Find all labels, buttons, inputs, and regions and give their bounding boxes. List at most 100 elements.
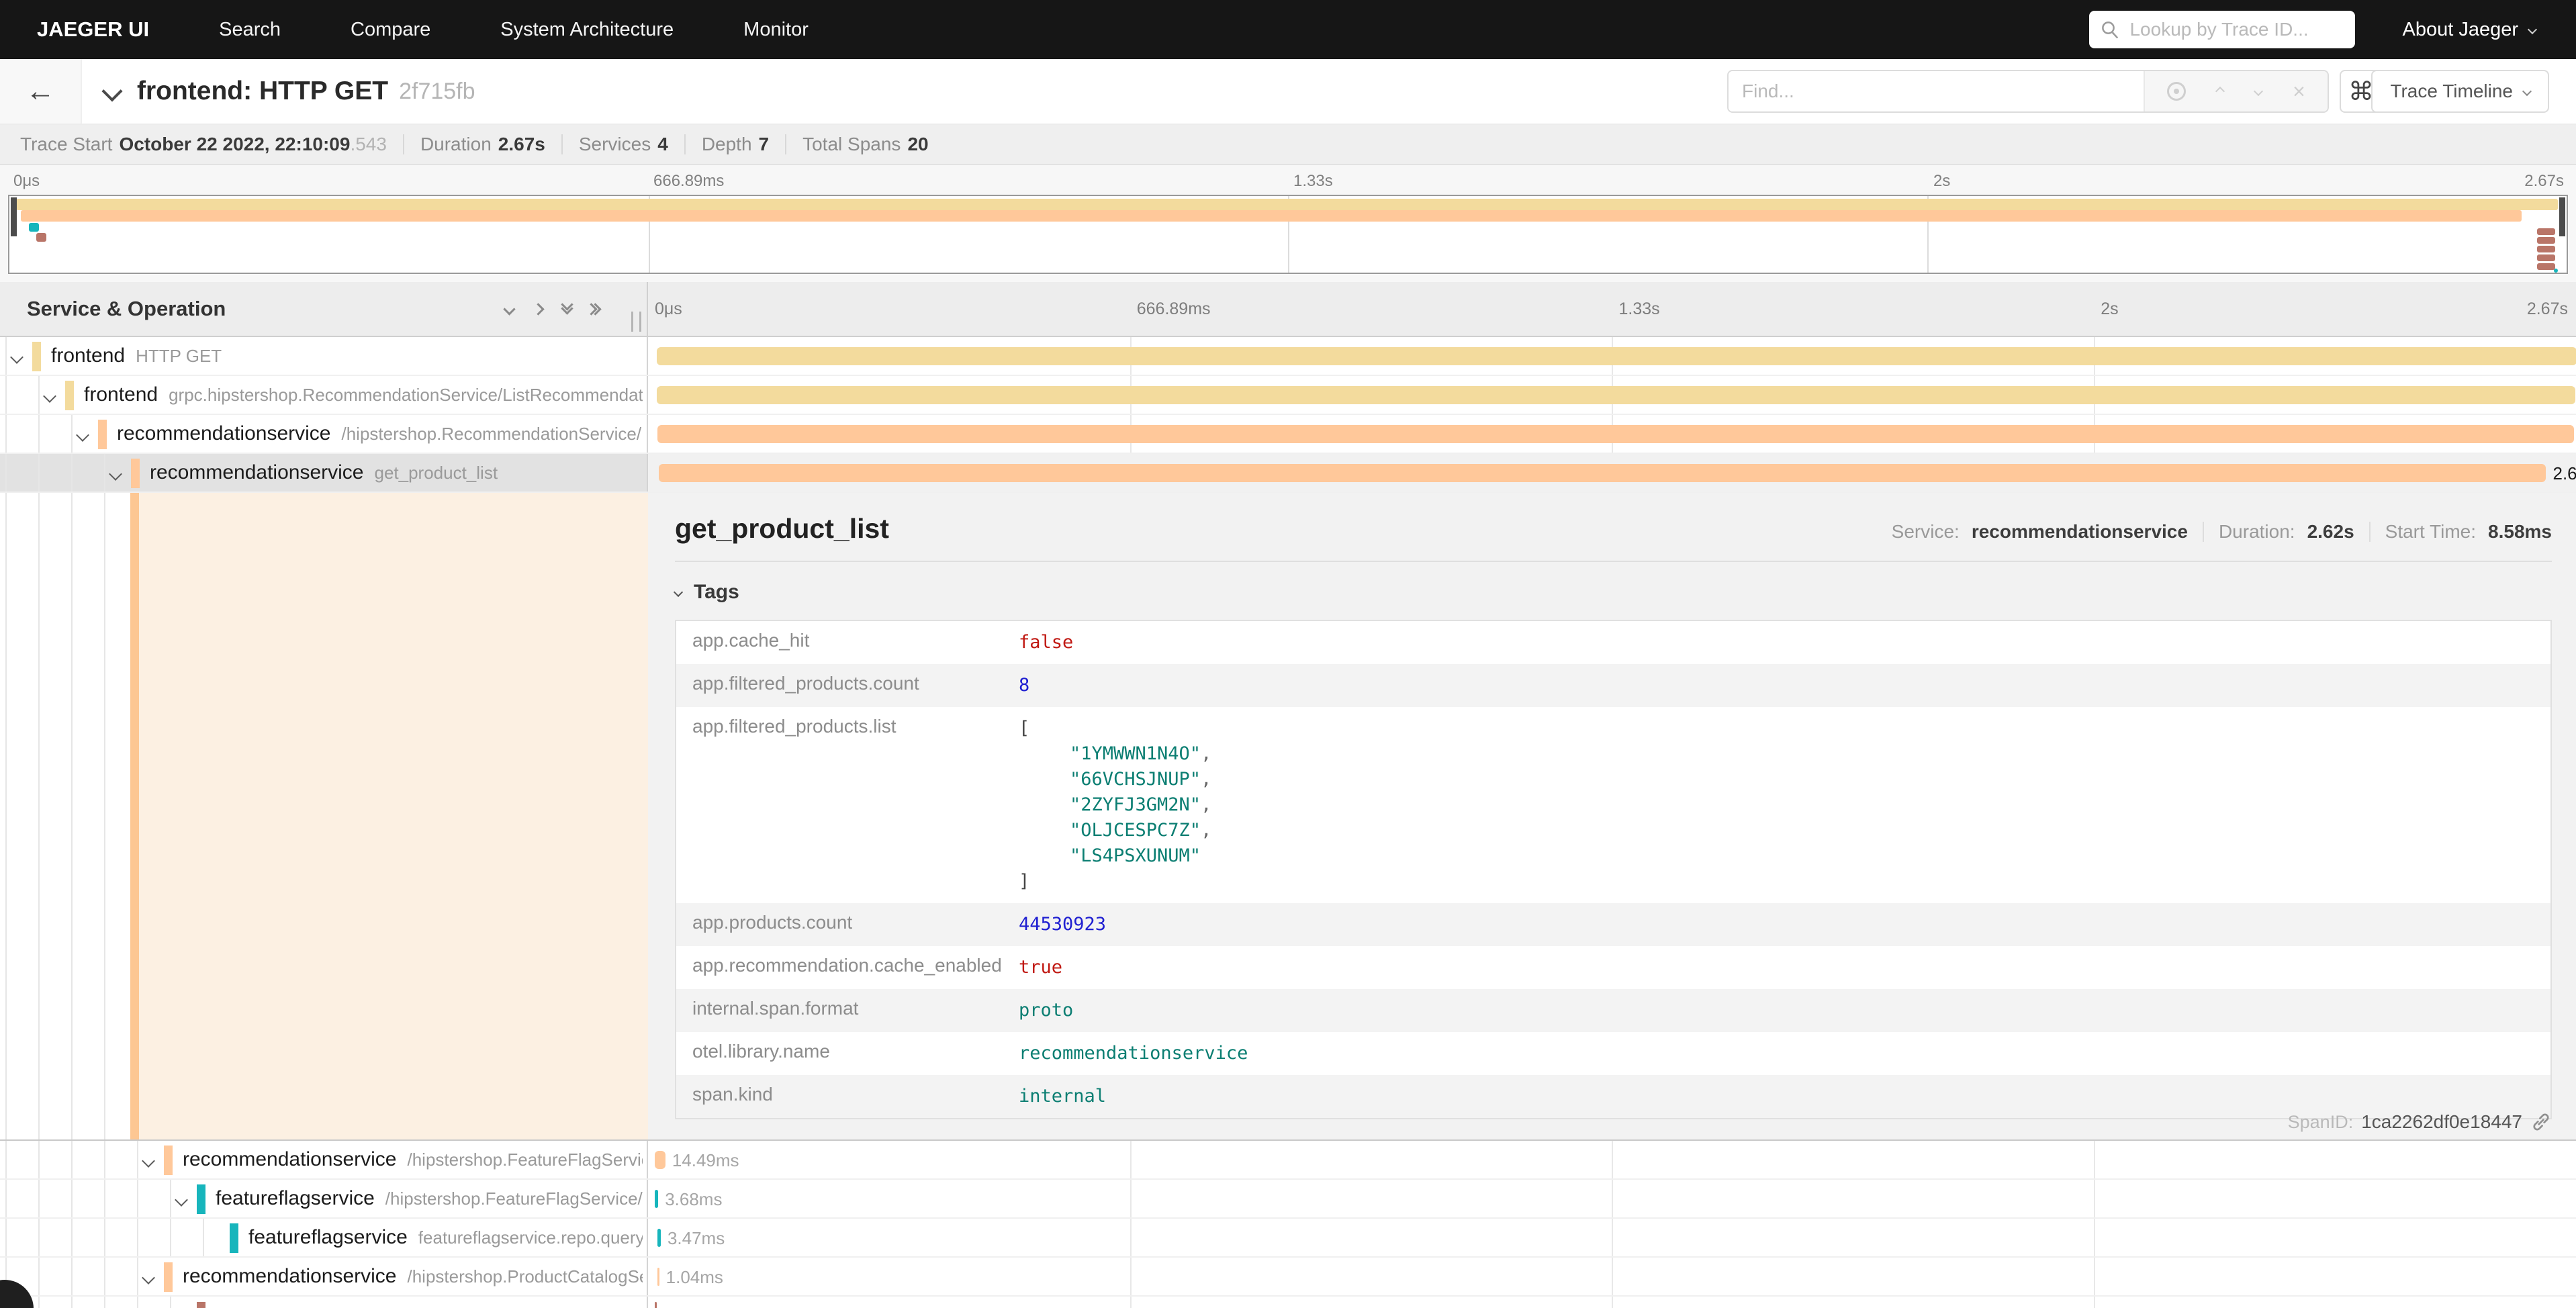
span-row-name-cell[interactable]: recommendationservice/hipstershop.Recomm… xyxy=(0,415,648,453)
span-row-labels: frontendHTTP GET xyxy=(51,337,643,375)
span-duration-label: 3.68ms xyxy=(665,1189,722,1210)
span-duration-label: 14.49ms xyxy=(672,1150,739,1171)
span-duration-bar[interactable] xyxy=(659,464,2546,482)
prev-match-icon[interactable] xyxy=(2215,87,2225,96)
operation-name: /hipstershop.FeatureFlagService/Ge... xyxy=(385,1188,643,1209)
span-row-timeline-cell[interactable]: 3.68ms xyxy=(648,1180,2576,1217)
nav-brand[interactable]: JAEGER UI xyxy=(37,17,149,42)
span-row-timeline-cell[interactable]: 2.62s xyxy=(648,454,2576,492)
span-row-name-cell[interactable]: featureflagservicefeatureflagservice.rep… xyxy=(0,1219,648,1256)
divider xyxy=(675,561,2552,562)
collapse-one-icon[interactable] xyxy=(503,303,515,315)
span-rows-top: frontendHTTP GETfrontendgrpc.hipstershop… xyxy=(0,337,2576,493)
viewport-handle-left[interactable] xyxy=(11,197,17,236)
trace-lookup xyxy=(2089,11,2355,48)
tag-row: app.filtered_products.list["1YMWWN1N4O",… xyxy=(676,707,2550,903)
about-jaeger-menu[interactable]: About Jaeger xyxy=(2402,19,2536,41)
collapse-all-icon[interactable] xyxy=(563,305,571,313)
viewport-handle-right[interactable] xyxy=(2559,197,2565,236)
span-row-timeline-cell[interactable]: 14.49ms xyxy=(648,1141,2576,1178)
next-match-icon[interactable] xyxy=(2254,87,2263,96)
span-row-timeline-cell[interactable] xyxy=(648,376,2576,414)
trace-view-label: Trace Timeline xyxy=(2390,81,2513,102)
indent-guide xyxy=(203,1219,204,1256)
trace-lookup-input[interactable] xyxy=(2128,18,2344,41)
minimap-canvas[interactable] xyxy=(8,195,2568,274)
service-name: recommendationservice xyxy=(150,461,363,484)
column-resize-grip[interactable] xyxy=(631,312,641,332)
span-row-name-cell[interactable] xyxy=(0,1297,648,1308)
minimap-tick-label: 2.67s xyxy=(2524,172,2564,191)
json-bracket: ] xyxy=(1019,869,1211,894)
top-nav: JAEGER UI Search Compare System Architectu… xyxy=(0,0,2576,59)
service-color-bar xyxy=(197,1184,205,1214)
span-rows-bottom: recommendationservice/hipstershop.Featur… xyxy=(0,1141,2576,1308)
span-duration-bar[interactable] xyxy=(657,425,2574,443)
span-row xyxy=(0,1297,2576,1308)
clear-find-icon[interactable]: × xyxy=(2293,81,2305,102)
collapse-children-icon[interactable] xyxy=(43,389,56,403)
minimap-span-bar xyxy=(2537,263,2555,270)
nav-item-search[interactable]: Search xyxy=(219,19,281,41)
span-detail-panel: get_product_list Service:recommendations… xyxy=(648,493,2576,1139)
nav-item-monitor[interactable]: Monitor xyxy=(743,19,809,41)
find-input[interactable] xyxy=(1729,71,2144,111)
collapse-controls xyxy=(505,282,600,336)
collapse-children-icon[interactable] xyxy=(175,1193,188,1207)
tag-key: app.filtered_products.count xyxy=(676,664,1019,703)
summary-label: Services xyxy=(579,134,651,155)
chevron-down-icon xyxy=(2522,87,2532,96)
span-duration-bar[interactable] xyxy=(657,1268,659,1286)
indent-guide xyxy=(104,1219,105,1256)
span-duration-bar[interactable] xyxy=(657,1229,661,1247)
minimap-tick-label: 0μs xyxy=(13,172,40,191)
tags-section-label: Tags xyxy=(694,581,739,604)
span-duration-bar[interactable] xyxy=(655,1190,658,1208)
indent-guide xyxy=(38,454,40,492)
collapse-children-icon[interactable] xyxy=(142,1154,155,1168)
span-row-timeline-cell[interactable] xyxy=(648,1297,2576,1308)
expand-one-icon[interactable] xyxy=(532,303,544,315)
span-bar[interactable] xyxy=(655,1302,657,1308)
indent-guide xyxy=(104,1297,105,1308)
timeline-tick-label: 666.89ms xyxy=(1137,299,1211,319)
minimap-ruler: 0μs666.89ms1.33s2s2.67s xyxy=(8,171,2568,192)
trace-minimap: 0μs666.89ms1.33s2s2.67s xyxy=(0,165,2576,282)
span-row-timeline-cell[interactable]: 1.04ms xyxy=(648,1258,2576,1295)
collapse-children-icon[interactable] xyxy=(142,1271,155,1284)
span-detail-accent xyxy=(139,493,648,1139)
span-duration-bar[interactable] xyxy=(657,386,2575,404)
span-duration-bar[interactable] xyxy=(655,1151,665,1169)
span-row-timeline-cell[interactable]: 3.47ms xyxy=(648,1219,2576,1256)
link-icon[interactable] xyxy=(2530,1111,2552,1133)
tags-section-toggle[interactable]: Tags xyxy=(675,581,2552,604)
json-bracket: [ xyxy=(1019,716,1211,741)
trace-view-selector[interactable]: Trace Timeline xyxy=(2371,70,2549,113)
back-button[interactable]: ← xyxy=(0,59,82,124)
span-row-timeline-cell[interactable] xyxy=(648,415,2576,453)
nav-item-compare[interactable]: Compare xyxy=(351,19,430,41)
focus-match-icon[interactable] xyxy=(2167,82,2186,101)
indent-guide xyxy=(5,454,7,492)
collapse-children-icon[interactable] xyxy=(10,351,24,364)
timeline-tick-label: 1.33s xyxy=(1619,299,1660,319)
nav-item-system-architecture[interactable]: System Architecture xyxy=(500,19,674,41)
span-row-name-cell[interactable]: frontendHTTP GET xyxy=(0,337,648,375)
collapse-trace-chevron-icon[interactable] xyxy=(101,81,122,101)
span-row-name-cell[interactable]: recommendationserviceget_product_list xyxy=(0,454,648,492)
service-name: frontend xyxy=(51,344,125,367)
span-row-name-cell[interactable]: featureflagservice/hipstershop.FeatureFl… xyxy=(0,1180,648,1217)
tag-row: app.products.count44530923 xyxy=(676,903,2550,946)
indent-guide xyxy=(38,1297,40,1308)
span-row-timeline-cell[interactable] xyxy=(648,337,2576,375)
expand-all-icon[interactable] xyxy=(592,305,600,314)
span-row-name-cell[interactable]: recommendationservice/hipstershop.Featur… xyxy=(0,1141,648,1178)
divider xyxy=(403,134,404,154)
span-row-name-cell[interactable]: recommendationservice/hipstershop.Produc… xyxy=(0,1258,648,1295)
span-row-name-cell[interactable]: frontendgrpc.hipstershop.RecommendationS… xyxy=(0,376,648,414)
span-duration-label: 2.62s xyxy=(2552,463,2576,484)
collapse-children-icon[interactable] xyxy=(109,467,122,481)
collapse-children-icon[interactable] xyxy=(76,428,89,442)
minimap-span-bar xyxy=(29,223,39,232)
span-duration-bar[interactable] xyxy=(657,347,2576,365)
